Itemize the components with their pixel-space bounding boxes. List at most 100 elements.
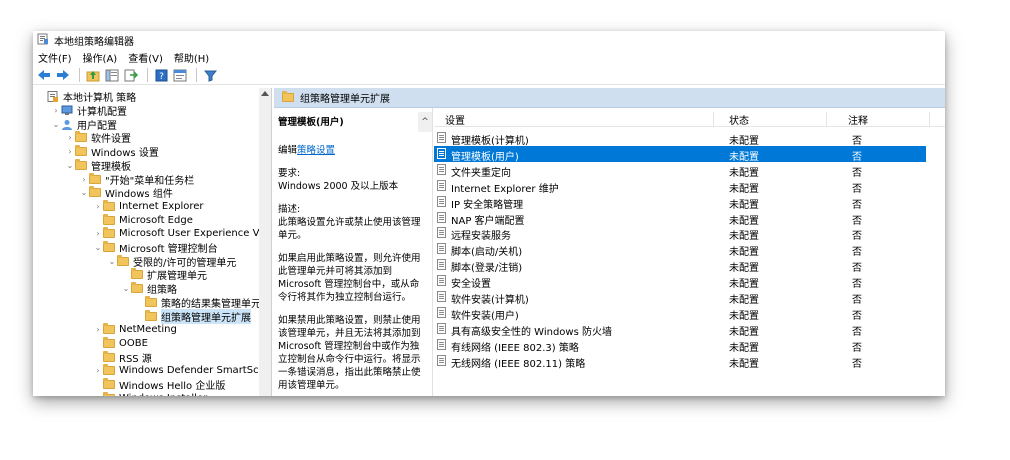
tree-item[interactable]: 扩展管理单元 xyxy=(121,268,207,282)
help-icon[interactable]: ? xyxy=(153,67,169,83)
folder-icon xyxy=(103,378,116,390)
setting-state: 未配置 xyxy=(729,310,759,322)
column-comment[interactable]: 注释 xyxy=(848,112,868,127)
tree-item[interactable]: ⌄ 组策略 xyxy=(121,282,177,296)
tree-item[interactable]: › 计算机配置 xyxy=(51,104,127,118)
expand-icon[interactable]: › xyxy=(93,366,103,375)
folder-icon xyxy=(103,323,116,335)
tree-item[interactable]: Windows Installer xyxy=(93,391,207,396)
show-tree-icon[interactable] xyxy=(104,67,120,83)
list-row[interactable]: 具有高级安全性的 Windows 防火墙 未配置 否 xyxy=(434,321,945,338)
tree-item[interactable]: ⌄ 用户配置 xyxy=(51,117,117,132)
setting-comment: 否 xyxy=(852,199,862,211)
details-header: 组策略管理单元扩展 xyxy=(274,88,945,108)
gpedit-window: 本地组策略编辑器 文件(F) 操作(A) 查看(V) 帮助(H) ? 本地计算机… xyxy=(33,31,945,396)
tree-item-label: OOBE xyxy=(119,337,148,349)
tree-item[interactable]: ⌄ Microsoft 管理控制台 xyxy=(93,241,218,255)
folder-icon xyxy=(89,186,102,198)
tree-pane[interactable]: 本地计算机 策略 › 计算机配置 ⌄ 用户配置 › 软件设置 › Windows 设置 ⌄ 管理模板… xyxy=(33,88,272,396)
svg-text:?: ? xyxy=(159,72,164,82)
folder-icon xyxy=(145,295,158,308)
collapse-icon[interactable]: ⌄ xyxy=(93,243,103,252)
filter-icon[interactable] xyxy=(202,67,218,83)
tree-item[interactable]: Windows Hello 企业版 xyxy=(93,378,225,392)
tree-item[interactable]: › "开始"菜单和任务栏 xyxy=(79,172,194,187)
collapse-icon[interactable]: ⌄ xyxy=(65,161,75,170)
setting-state: 未配置 xyxy=(729,136,759,147)
enabled-paragraph: 如果启用此策略设置，则允许使用此管理单元并可将其添加到 Microsoft 管理… xyxy=(278,253,421,303)
column-divider[interactable] xyxy=(826,112,827,127)
expand-icon[interactable]: › xyxy=(79,175,89,184)
setting-comment: 否 xyxy=(852,358,862,370)
setting-comment: 否 xyxy=(852,183,862,195)
requirements-text: Windows 2000 及以上版本 xyxy=(278,181,399,192)
properties-icon[interactable] xyxy=(172,67,188,83)
tree-item[interactable]: 策略的结果集管理单元扩展 xyxy=(135,295,271,310)
tree-item[interactable]: › Windows 设置 xyxy=(65,145,159,159)
list-header: 设置 状态 注释 xyxy=(434,108,945,127)
tree-item[interactable]: ⌄ Windows 组件 xyxy=(79,186,173,200)
description-scroll-up-icon[interactable]: ^ xyxy=(418,112,432,132)
list-row[interactable]: 文件夹重定向 未配置 否 xyxy=(434,162,945,179)
collapse-icon[interactable]: ⌄ xyxy=(121,284,131,293)
column-divider[interactable] xyxy=(713,112,714,127)
list-row[interactable]: 无线网络 (IEEE 802.11) 策略 未配置 否 xyxy=(434,353,945,370)
list-row[interactable]: 安全设置 未配置 否 xyxy=(434,273,945,290)
folder-icon xyxy=(75,131,88,143)
policy-setting-icon xyxy=(437,163,446,175)
expand-icon[interactable]: › xyxy=(65,133,75,142)
back-icon[interactable] xyxy=(36,67,52,83)
tree-item[interactable]: 本地计算机 策略 xyxy=(37,90,136,104)
collapse-icon[interactable]: ⌄ xyxy=(79,188,89,197)
tree-item[interactable]: › Windows Defender SmartScreen xyxy=(93,364,271,378)
menu-file[interactable]: 文件(F) xyxy=(38,50,72,65)
list-row[interactable]: NAP 客户端配置 未配置 否 xyxy=(434,210,945,227)
column-state[interactable]: 状态 xyxy=(729,112,749,127)
tree-item[interactable]: ⌄ 管理模板 xyxy=(65,158,131,173)
folder-icon xyxy=(282,91,294,102)
list-row[interactable]: IP 安全策略管理 未配置 否 xyxy=(434,194,945,211)
list-row[interactable]: 软件安装(计算机) 未配置 否 xyxy=(434,289,945,306)
description-block: 描述: 此策略设置允许或禁止使用该管理单元。 xyxy=(278,203,428,242)
list-row[interactable]: 软件安装(用户) 未配置 否 xyxy=(434,305,945,322)
tree-scrollbar[interactable] xyxy=(259,88,271,396)
folder-icon xyxy=(103,227,116,239)
column-divider[interactable] xyxy=(929,112,930,127)
menu-view[interactable]: 查看(V) xyxy=(128,50,163,65)
menu-help[interactable]: 帮助(H) xyxy=(174,50,209,65)
tree-item[interactable]: Microsoft Edge xyxy=(93,213,193,227)
expand-icon[interactable]: › xyxy=(93,325,103,334)
scroll-up-icon[interactable] xyxy=(261,91,269,96)
expand-icon[interactable]: › xyxy=(93,229,103,238)
export-icon[interactable] xyxy=(123,67,139,83)
tree-item[interactable]: › Microsoft User Experience Virtualiza xyxy=(93,227,271,241)
tree-item[interactable]: OOBE xyxy=(93,336,148,351)
menu-action[interactable]: 操作(A) xyxy=(83,50,118,65)
list-row[interactable]: 有线网络 (IEEE 802.3) 策略 未配置 否 xyxy=(434,337,945,354)
collapse-icon[interactable]: ⌄ xyxy=(51,120,61,129)
tree-item[interactable]: › Internet Explorer xyxy=(93,199,204,214)
list-row[interactable]: 脚本(启动/关机) 未配置 否 xyxy=(434,241,945,258)
list-row[interactable]: 管理模板(用户) 未配置 否 xyxy=(434,145,926,163)
tree-item[interactable]: › 软件设置 xyxy=(65,131,131,145)
tree-item[interactable]: RSS 源 xyxy=(93,350,152,365)
list-row[interactable]: 管理模板(计算机) 未配置 否 xyxy=(434,130,945,147)
setting-name: 远程安装服务 xyxy=(451,231,511,243)
forward-icon[interactable] xyxy=(55,67,71,83)
column-setting[interactable]: 设置 xyxy=(445,112,465,127)
up-folder-icon[interactable] xyxy=(85,67,101,83)
app-icon xyxy=(37,33,49,48)
edit-policy-link[interactable]: 策略设置 xyxy=(297,145,335,156)
tree-item[interactable]: 组策略管理单元扩展 xyxy=(135,308,251,324)
list-row[interactable]: Internet Explorer 维护 未配置 否 xyxy=(434,178,945,195)
setting-name: 脚本(登录/注销) xyxy=(451,263,523,275)
collapse-icon[interactable]: ⌄ xyxy=(107,257,117,266)
tree-item[interactable]: ⌄ 受限的/许可的管理单元 xyxy=(107,254,236,269)
policy-setting-icon xyxy=(437,132,446,143)
list-row[interactable]: 脚本(登录/注销) 未配置 否 xyxy=(434,257,945,275)
list-row[interactable]: 远程安装服务 未配置 否 xyxy=(434,225,945,243)
expand-icon[interactable]: › xyxy=(51,106,61,115)
tree-item[interactable]: › NetMeeting xyxy=(93,323,177,337)
expand-icon[interactable]: › xyxy=(65,147,75,156)
expand-icon[interactable]: › xyxy=(93,202,103,211)
